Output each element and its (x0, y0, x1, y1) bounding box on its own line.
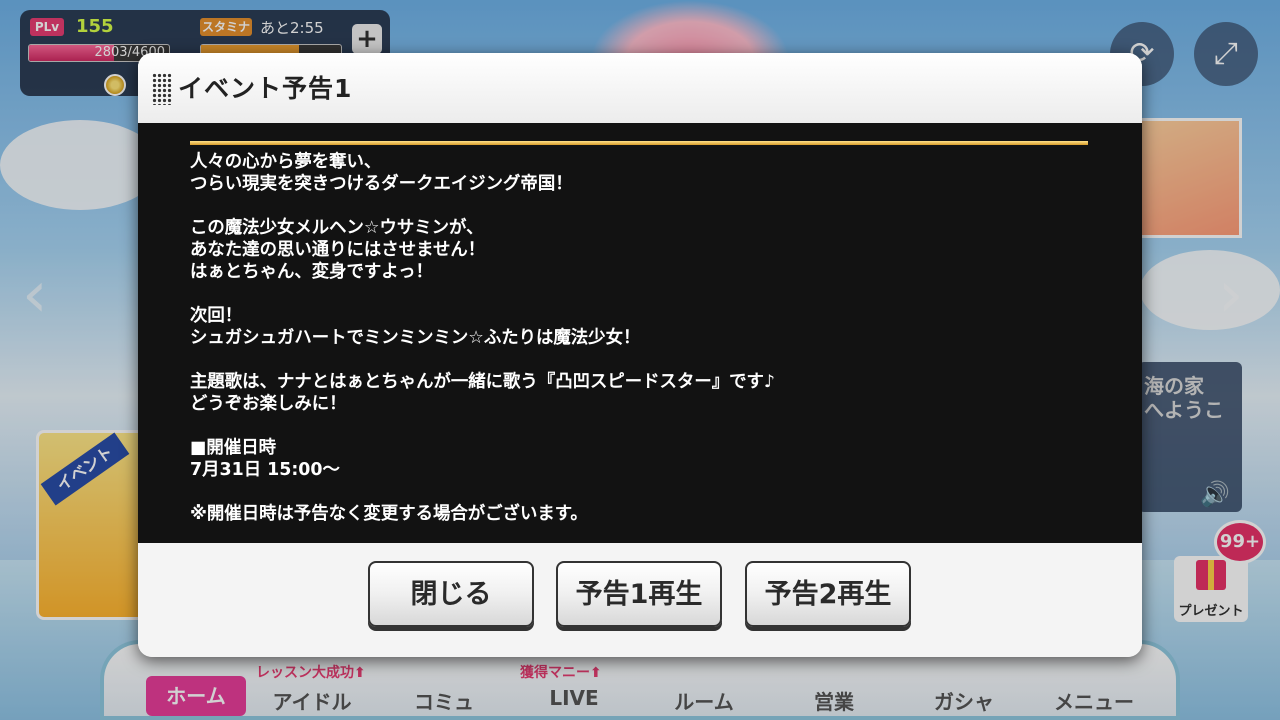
gold-divider (190, 141, 1088, 145)
dialog-body[interactable]: 人々の心から夢を奪い、 つらい現実を突きつけるダークエイジング帝国！ この魔法少… (138, 123, 1142, 543)
dialog-footer: 閉じる 予告1再生 予告2再生 (138, 543, 1142, 657)
close-button[interactable]: 閉じる (368, 561, 534, 627)
dialog-message: 人々の心から夢を奪い、 つらい現実を突きつけるダークエイジング帝国！ この魔法少… (190, 152, 775, 524)
grip-icon (152, 73, 172, 105)
dialog-title: イベント予告1 (178, 74, 353, 103)
event-preview-dialog: イベント予告1 人々の心から夢を奪い、 つらい現実を突きつけるダークエイジング帝… (138, 53, 1142, 657)
play-preview-2-button[interactable]: 予告2再生 (745, 561, 911, 627)
dialog-header: イベント予告1 (138, 53, 1142, 123)
play-preview-1-button[interactable]: 予告1再生 (556, 561, 722, 627)
